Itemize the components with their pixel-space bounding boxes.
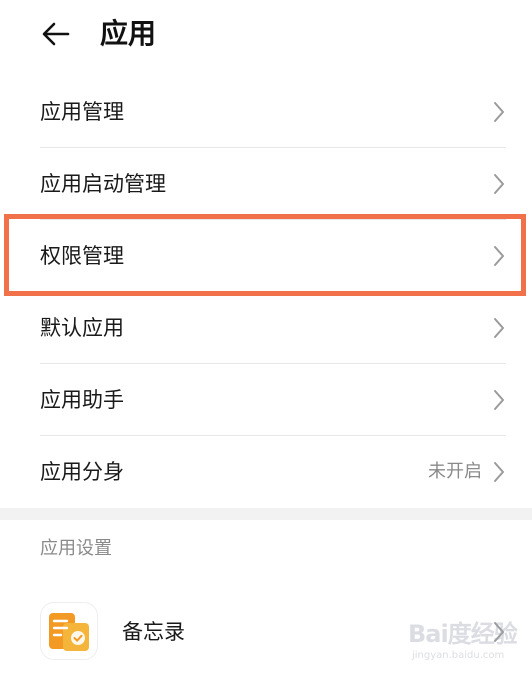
chevron-right-icon [494, 462, 504, 482]
chevron-right-icon [494, 246, 504, 266]
menu-item-label: 默认应用 [40, 316, 124, 340]
menu-item-permission-management[interactable]: 权限管理 [0, 220, 532, 292]
watermark-url: jingyan.baidu.com [412, 650, 505, 661]
menu-item-label: 应用分身 [40, 460, 124, 484]
header-bar: 应用 [0, 0, 532, 72]
chevron-right-icon [494, 102, 504, 122]
back-button[interactable] [36, 14, 76, 54]
chevron-right-icon [494, 390, 504, 410]
menu-item-app-twin[interactable]: 应用分身 未开启 [0, 436, 532, 508]
notepad-icon [49, 613, 89, 651]
menu-item-startup-management[interactable]: 应用启动管理 [0, 148, 532, 220]
menu-item-app-assistant[interactable]: 应用助手 [0, 364, 532, 436]
page-title: 应用 [100, 17, 157, 50]
chevron-right-icon [494, 174, 504, 194]
memo-app-icon [40, 602, 98, 660]
menu-item-label: 权限管理 [40, 244, 124, 268]
section-title: 应用设置 [40, 538, 112, 559]
chevron-right-icon [494, 318, 504, 338]
watermark-logo-text: Bai度经验 [408, 620, 518, 648]
section-separator [0, 508, 532, 520]
app-item-label: 备忘录 [122, 620, 185, 644]
menu-item-label: 应用启动管理 [40, 172, 166, 196]
menu-item-default-apps[interactable]: 默认应用 [0, 292, 532, 364]
back-arrow-icon [42, 22, 70, 46]
status-value: 未开启 [428, 461, 482, 482]
watermark: Bai度经验 jingyan.baidu.com [408, 610, 526, 670]
menu-item-label: 应用助手 [40, 388, 124, 412]
menu-item-app-management[interactable]: 应用管理 [0, 76, 532, 148]
menu-item-label: 应用管理 [40, 100, 124, 124]
